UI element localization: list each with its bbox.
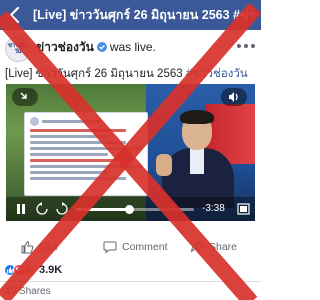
share-button[interactable]: Share <box>190 234 237 260</box>
comment-icon <box>103 241 117 254</box>
video-player[interactable]: -3:38 <box>6 84 255 221</box>
pause-icon[interactable] <box>14 202 28 216</box>
live-status: was live. <box>109 40 156 54</box>
collapse-button[interactable] <box>12 88 38 106</box>
back-arrow-icon[interactable] <box>5 5 25 25</box>
post-caption: [Live] ข่าววันศุกร์ 26 มิถุนายน 2563 #ข่… <box>5 66 261 82</box>
share-label: Share <box>209 241 238 253</box>
fullscreen-icon[interactable] <box>237 203 250 215</box>
verified-badge-icon <box>96 42 107 52</box>
news-anchor-figure <box>156 108 238 208</box>
caption-text: [Live] ข่าววันศุกร์ 26 มิถุนายน 2563 <box>5 68 186 80</box>
volume-icon <box>229 92 238 102</box>
haha-reaction-icon <box>22 264 34 276</box>
comment-button[interactable]: Comment <box>103 234 168 260</box>
reaction-count: 3.9K <box>39 264 63 276</box>
post-author-line: ข่าวช่องวัน was live. <box>36 39 156 55</box>
video-scrubber[interactable] <box>125 205 135 214</box>
nav-title: [Live] ข่าววันศุกร์ 26 มิถุนายน 2563 #ข่… <box>33 8 255 22</box>
thumbs-up-icon <box>21 240 34 254</box>
forward-icon[interactable] <box>54 202 70 216</box>
video-controls: -3:38 <box>6 197 255 221</box>
video-progress-fill <box>76 208 130 211</box>
like-button[interactable]: Like <box>20 234 58 260</box>
rewind-icon[interactable] <box>34 202 50 216</box>
collapse-icon <box>20 92 27 99</box>
embedded-post-screenshot <box>24 112 148 196</box>
post-actions: Like Comment Share <box>0 234 261 260</box>
video-progress-bar[interactable] <box>76 205 194 214</box>
screen: [Live] ข่าววันศุกร์ 26 มิถุนายน 2563 #ข่… <box>0 0 261 300</box>
more-options-icon[interactable] <box>234 42 258 50</box>
comment-label: Comment <box>122 241 168 253</box>
reactions-summary[interactable]: 3.9K <box>4 262 62 278</box>
hashtag-link[interactable]: #ข่าวช่องวัน <box>186 68 248 80</box>
like-label: Like <box>39 241 59 253</box>
volume-button[interactable] <box>221 88 247 106</box>
top-nav-bar: [Live] ข่าววันศุกร์ 26 มิถุนายน 2563 #ข่… <box>0 0 261 30</box>
time-remaining: -3:38 <box>202 203 225 214</box>
page-name-link[interactable]: ข่าวช่องวัน <box>36 38 94 57</box>
share-count[interactable]: 49 Shares <box>5 286 51 297</box>
share-icon <box>191 240 204 253</box>
avatar[interactable]: ข่าวช่องวัน <box>5 36 31 62</box>
post-header: ข่าวช่องวัน ข่าวช่องวัน was live. <box>0 30 261 62</box>
divider <box>0 281 261 282</box>
